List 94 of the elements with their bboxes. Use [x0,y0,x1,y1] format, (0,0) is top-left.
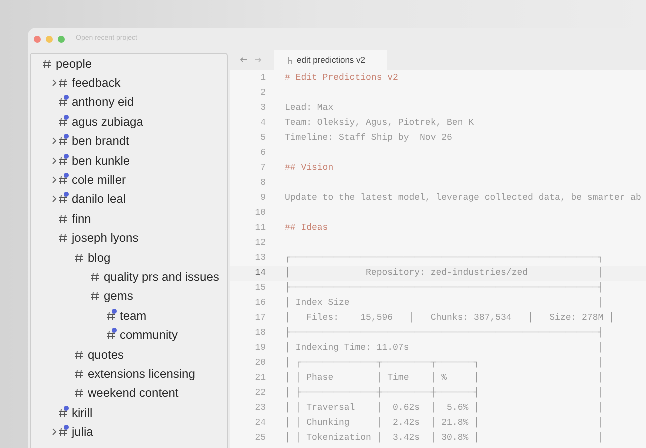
line-number: 10 [254,206,267,220]
file-icon [288,56,293,64]
chevron-right-icon[interactable] [52,137,56,146]
code-line: ## Vision [285,162,334,175]
tree-item[interactable]: ben kunkle [72,152,130,170]
code-line: Timeline: Staff Ship by Nov 26 [285,132,452,145]
line-number: 25 [254,432,267,445]
line-number: 1 [260,72,267,85]
line-number: 7 [260,162,267,175]
hash-icon [74,252,84,263]
line-number: 23 [254,402,267,415]
tree-item[interactable]: agus zubiaga [72,112,144,131]
code-line: │ Indexing Time: 11.07s │ [285,342,604,355]
code-line: Update to the latest model, leverage collected data, be smarter ab [285,192,642,205]
tree-item[interactable]: julia [72,423,94,442]
tree-item[interactable]: team [120,306,147,325]
line-number: 13 [254,252,267,265]
line-number: 11 [254,222,267,235]
chevron-right-icon[interactable] [52,156,56,165]
tree-item[interactable]: extensions licensing [88,364,196,383]
line-number: 20 [254,356,267,370]
line-number: 14 [254,266,267,280]
line-number: 9 [260,192,267,205]
hash-icon [58,136,68,146]
code-line: Team: Oleksiy, Agus, Piotrek, Ben K [285,116,474,130]
chevron-right-icon[interactable] [52,176,56,184]
hash-icon [58,175,68,186]
line-number: 15 [254,282,267,295]
tree-item[interactable]: kirill [72,404,93,422]
code-line: ┌─────────────────────────────────────────────────────────┐ [285,252,604,265]
line-number: 17 [254,312,267,325]
code-line: Lead: Max [285,102,334,115]
code-line: │ │ Traversal │ 0.62s │ 5.6% │ │ [285,402,604,415]
line-number: 21 [254,372,267,385]
line-number: 3 [260,102,267,115]
hash-icon [58,156,68,166]
line-number: 4 [260,116,267,130]
hash-icon [42,58,52,69]
line-number: 22 [254,386,267,400]
chevron-right-icon[interactable] [52,428,56,436]
tree-item[interactable]: blog [88,248,111,267]
code-line: ├─────────────────────────────────────────────────────────┤ [285,326,604,340]
hash-icon [74,350,84,360]
code-line: ## Ideas [285,222,328,235]
tree-item[interactable]: community [120,326,178,344]
line-number: 19 [254,342,267,355]
line-number: 18 [254,326,267,340]
hash-icon [74,368,84,379]
line-number: 16 [254,296,267,310]
hash-icon [58,194,68,204]
tree-item[interactable]: gems [104,287,134,306]
code-line: │ ┌──────────────┬─────────┬───────┐ │ [285,356,604,370]
tree-item[interactable]: finn [72,210,92,228]
line-number: 2 [260,86,267,100]
tree-item[interactable]: quality prs and issues [104,268,220,286]
hash-icon [58,408,68,418]
code-line: │ │ Tokenization │ 3.42s │ 30.8% │ │ [285,432,604,445]
hash-icon [58,116,68,127]
hash-icon [58,233,68,244]
tree-item[interactable]: anthony eid [72,93,134,112]
tree-item[interactable]: ben brandt [72,132,130,150]
code-line: │ │ Chunking │ 2.42s │ 21.8% │ │ [285,416,604,430]
tree-item[interactable]: people [56,54,92,73]
hash-icon [106,310,116,321]
hash-icon [58,97,68,108]
hash-icon [90,291,100,302]
code-line: │ │ Phase │ Time │ % │ │ [285,372,604,385]
code-line: # Edit Predictions v2 [285,72,398,85]
hash-icon [58,427,68,438]
line-number: 12 [254,236,267,250]
line-number: 6 [260,146,267,160]
tree-item[interactable]: weekend content [88,384,179,402]
line-number: 24 [254,416,267,430]
tree-item[interactable]: joseph lyons [72,229,139,248]
hash-icon [106,330,116,340]
tree-item[interactable]: cole miller [72,171,126,190]
hash-icon [58,214,68,224]
hash-icon [74,388,84,398]
code-line: ├─────────────────────────────────────────────────────────┤ [285,282,604,295]
chevron-right-icon[interactable] [52,79,56,88]
hash-icon [58,78,68,88]
line-number: 8 [260,176,267,190]
code-line: │ ├──────────────┼─────────┼───────┤ │ [285,386,604,400]
code-line: │ Files: 15,596 │ Chunks: 387,534 │ Size: 278M │ [285,312,614,325]
hash-icon [90,272,100,282]
editor-tab[interactable]: edit predictions v2 [274,50,387,70]
line-number: 5 [260,132,267,145]
tree-item[interactable]: danilo leal [72,190,126,208]
tab-title: edit predictions v2 [297,54,366,66]
chevron-right-icon[interactable] [52,195,56,204]
code-line: │ Index Size │ [285,296,604,310]
tree-item[interactable]: feedback [72,74,121,92]
tree-item[interactable]: quotes [88,346,124,364]
code-line: │ Repository: zed-industries/zed │ [285,266,604,280]
